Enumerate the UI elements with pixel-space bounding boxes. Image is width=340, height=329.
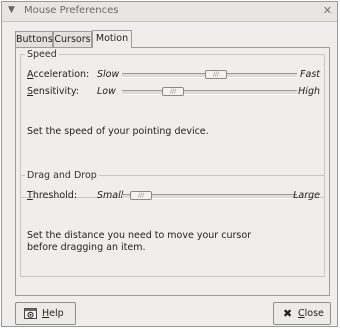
drag-description-line-1: Set the distance you need to move your c… — [27, 230, 252, 241]
title-bar[interactable]: ▼ Mouse Preferences ✕ — [2, 2, 337, 22]
close-button[interactable]: ✖ Close — [273, 302, 331, 325]
speed-frame-title: Speed — [25, 49, 59, 60]
sensitivity-min-label: Low — [97, 86, 116, 97]
acceleration-slider[interactable]: /// — [122, 70, 297, 79]
tab-buttons[interactable]: Buttons — [15, 31, 53, 47]
sensitivity-slider[interactable]: /// — [122, 87, 297, 96]
tab-cursors[interactable]: Cursors — [53, 31, 92, 47]
sensitivity-max-label: High — [298, 86, 320, 97]
close-icon[interactable]: ✕ — [323, 4, 332, 17]
drag-drop-frame: Drag and Drop Threshold: Small /// Large… — [20, 170, 325, 277]
threshold-max-label: Large — [293, 190, 320, 201]
drag-description-line-2: before dragging an item. — [27, 242, 146, 253]
threshold-label: Threshold: — [27, 190, 78, 201]
threshold-min-label: Small — [97, 190, 124, 201]
sensitivity-slider-handle[interactable]: /// — [162, 87, 184, 96]
acceleration-min-label: Slow — [97, 69, 120, 80]
acceleration-max-label: Fast — [300, 69, 320, 80]
tab-motion[interactable]: Motion — [92, 30, 132, 48]
acceleration-row: Acceleration: Slow /// Fast — [21, 68, 324, 82]
sensitivity-label: Sensitivity: — [27, 86, 79, 97]
threshold-slider[interactable]: /// — [122, 191, 297, 200]
help-button[interactable]: Help — [15, 302, 76, 325]
threshold-row: Threshold: Small /// Large — [21, 189, 324, 203]
motion-tab-panel: Speed Acceleration: Slow /// Fast Sensit… — [15, 47, 330, 296]
close-icon: ✖ — [283, 307, 293, 320]
acceleration-label: Acceleration: — [27, 69, 90, 80]
mouse-preferences-window: ▼ Mouse Preferences ✕ Buttons Cursors Mo… — [1, 1, 338, 327]
drag-drop-frame-title: Drag and Drop — [25, 170, 99, 181]
window-title: Mouse Preferences — [24, 5, 119, 16]
close-button-label: Close — [298, 308, 324, 319]
speed-description: Set the speed of your pointing device. — [27, 126, 209, 137]
threshold-slider-handle[interactable]: /// — [130, 191, 152, 200]
acceleration-slider-handle[interactable]: /// — [205, 70, 227, 79]
sensitivity-row: Sensitivity: Low /// High — [21, 85, 324, 99]
chevron-down-icon[interactable]: ▼ — [6, 5, 17, 16]
help-button-label: Help — [42, 308, 64, 319]
help-icon — [24, 308, 37, 319]
